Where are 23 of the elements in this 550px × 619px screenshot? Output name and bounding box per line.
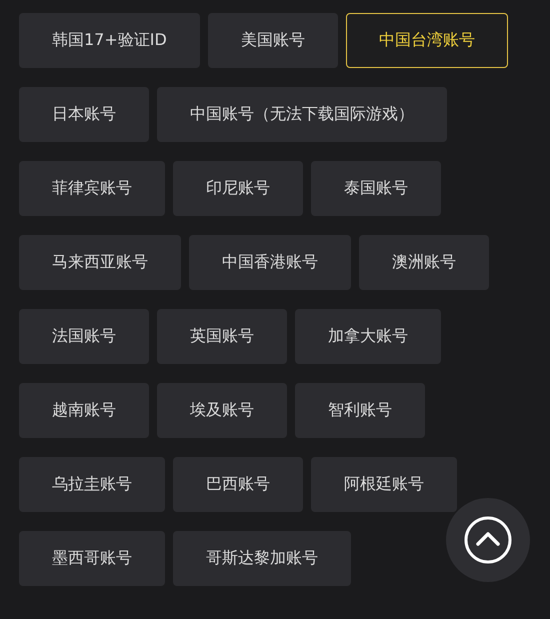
region-button[interactable]: 阿根廷账号 <box>311 457 457 512</box>
region-button[interactable]: 加拿大账号 <box>295 309 441 364</box>
region-button[interactable]: 哥斯达黎加账号 <box>173 531 351 586</box>
region-button[interactable]: 日本账号 <box>19 87 149 142</box>
region-button[interactable]: 中国账号（无法下载国际游戏） <box>157 87 447 142</box>
region-button[interactable]: 印尼账号 <box>173 161 303 216</box>
region-button[interactable]: 墨西哥账号 <box>19 531 165 586</box>
region-button[interactable]: 英国账号 <box>157 309 287 364</box>
region-button[interactable]: 中国台湾账号 <box>346 13 508 68</box>
region-button[interactable]: 巴西账号 <box>173 457 303 512</box>
region-button[interactable]: 乌拉圭账号 <box>19 457 165 512</box>
region-button[interactable]: 智利账号 <box>295 383 425 438</box>
region-button[interactable]: 泰国账号 <box>311 161 441 216</box>
region-button[interactable]: 澳洲账号 <box>359 235 489 290</box>
region-button[interactable]: 法国账号 <box>19 309 149 364</box>
region-button[interactable]: 越南账号 <box>19 383 149 438</box>
region-button[interactable]: 菲律宾账号 <box>19 161 165 216</box>
chevron-up-icon <box>463 515 513 565</box>
region-button[interactable]: 美国账号 <box>208 13 338 68</box>
region-button[interactable]: 马来西亚账号 <box>19 235 181 290</box>
region-button[interactable]: 埃及账号 <box>157 383 287 438</box>
region-button[interactable]: 中国香港账号 <box>189 235 351 290</box>
region-button[interactable]: 韩国17+验证ID <box>19 13 200 68</box>
